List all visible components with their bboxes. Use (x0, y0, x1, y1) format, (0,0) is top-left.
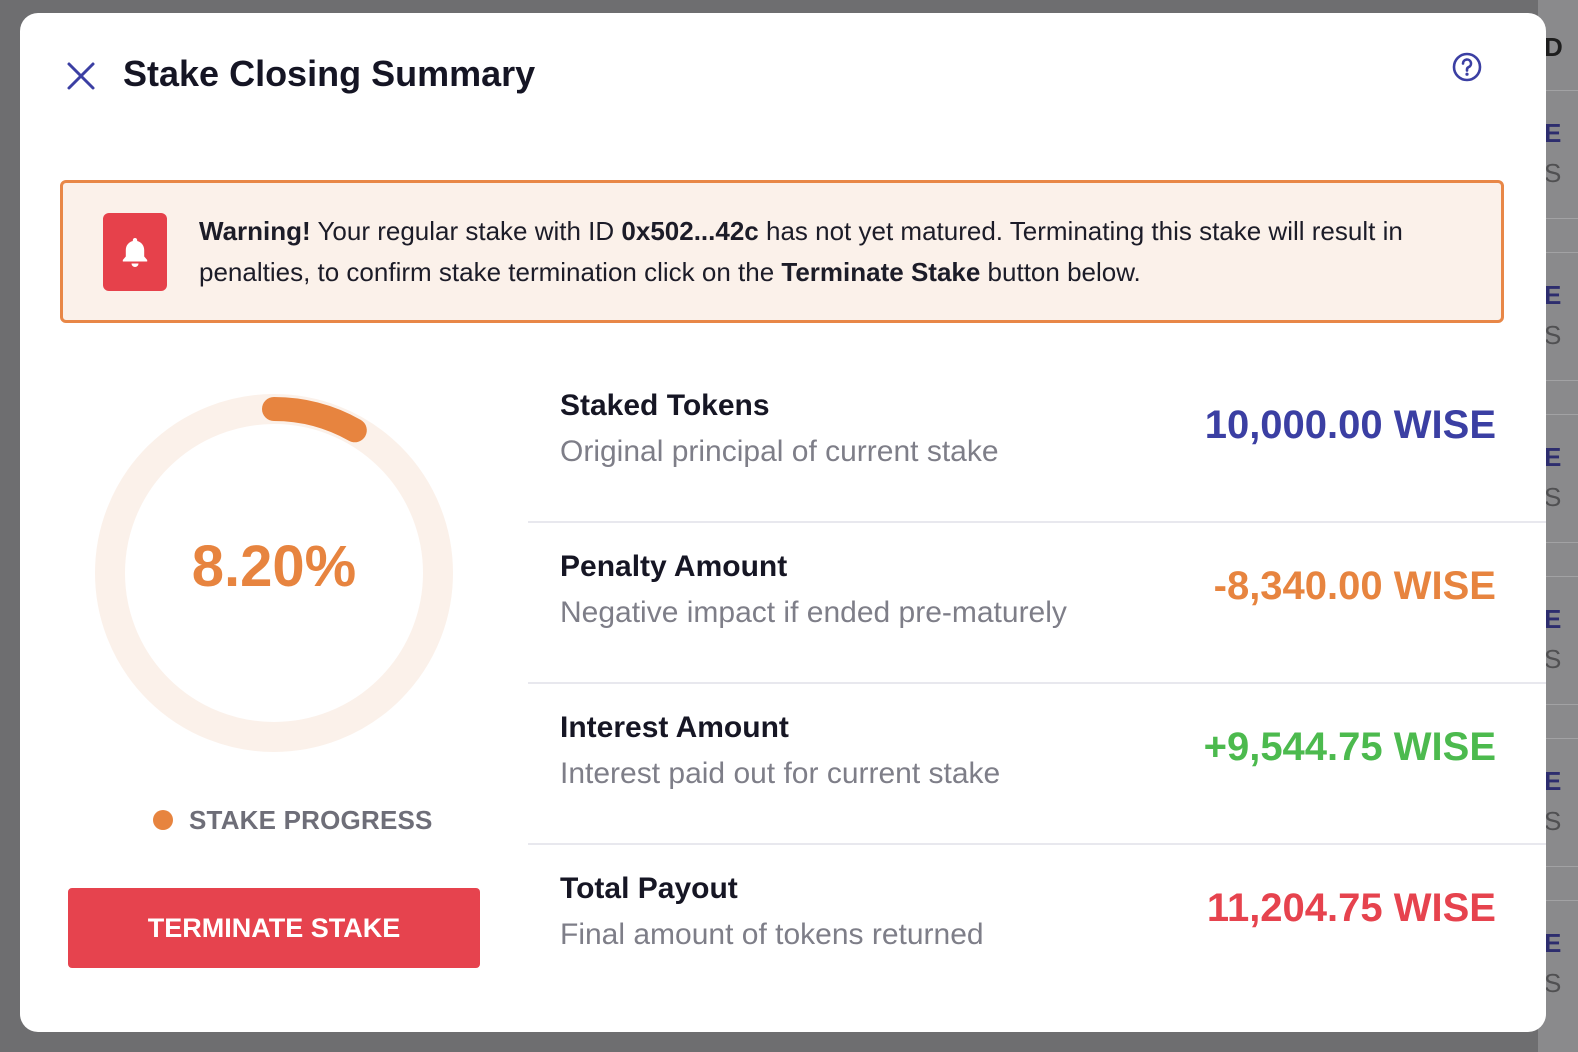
row-description: Interest paid out for current stake (560, 757, 1001, 790)
warning-text-part1: Your regular stake with ID (310, 216, 622, 246)
background-text: S (1544, 806, 1562, 836)
row-title: Interest Amount (560, 711, 789, 744)
background-text: E (1544, 118, 1562, 148)
stake-id: 0x502...42c (621, 216, 759, 246)
background-text: E (1544, 442, 1562, 472)
row-description: Final amount of tokens returned (560, 918, 984, 951)
stake-progress-label: STAKE PROGRESS (189, 804, 433, 835)
row-value: +9,544.75 WISE (1203, 725, 1496, 769)
legend-dot (153, 810, 173, 830)
help-button[interactable] (1451, 51, 1483, 83)
row-value: 10,000.00 WISE (1204, 403, 1496, 447)
progress-legend: STAKE PROGRESS (153, 803, 433, 837)
row-description: Original principal of current stake (560, 435, 999, 468)
background-text: E (1544, 928, 1562, 958)
background-text: E (1544, 604, 1562, 634)
row-title: Penalty Amount (560, 550, 788, 583)
warning-message: Warning! Your regular stake with ID 0x50… (199, 211, 1489, 293)
row-value: -8,340.00 WISE (1213, 564, 1496, 608)
row-value: 11,204.75 WISE (1206, 886, 1496, 930)
row-title: Total Payout (560, 872, 738, 905)
modal-title: Stake Closing Summary (123, 53, 536, 94)
bell-icon (122, 238, 148, 267)
warning-icon-badge (103, 213, 167, 291)
close-button[interactable] (64, 59, 98, 93)
summary-row-total-payout: Total Payout Final amount of tokens retu… (528, 845, 1546, 1006)
background-text: D (1544, 32, 1563, 62)
stake-progress-value: 8.20% (191, 534, 357, 599)
warning-text-part3: button below. (980, 257, 1141, 287)
background-text: S (1544, 644, 1562, 674)
summary-row-penalty-amount: Penalty Amount Negative impact if ended … (528, 523, 1546, 684)
background-text: S (1544, 968, 1562, 998)
close-icon (67, 62, 95, 90)
background-text: E (1544, 280, 1562, 310)
summary-row-interest-amount: Interest Amount Interest paid out for cu… (528, 684, 1546, 845)
row-title: Staked Tokens (560, 389, 770, 422)
background-text: S (1544, 482, 1562, 512)
row-description: Negative impact if ended pre-maturely (560, 596, 1067, 629)
terminate-stake-reference: Terminate Stake (781, 257, 981, 287)
warning-banner: Warning! Your regular stake with ID 0x50… (60, 180, 1504, 323)
help-circle-icon (1452, 52, 1482, 82)
background-text: E (1544, 766, 1562, 796)
warning-prefix: Warning! (199, 216, 311, 246)
summary-row-staked-tokens: Staked Tokens Original principal of curr… (528, 362, 1546, 523)
background-text: S (1544, 158, 1562, 188)
stake-closing-modal: Stake Closing Summary Warning! Your regu… (20, 13, 1546, 1032)
terminate-stake-button[interactable]: TERMINATE STAKE (68, 888, 480, 968)
background-text: S (1544, 320, 1562, 350)
